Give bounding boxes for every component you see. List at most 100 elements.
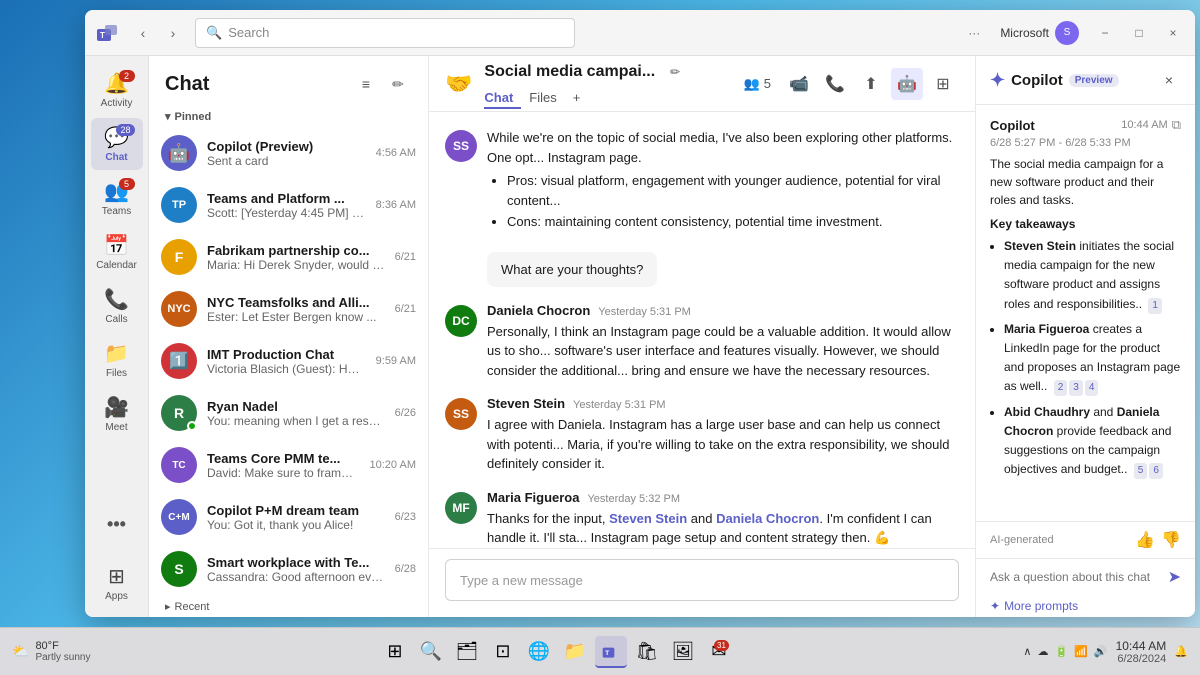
copilot-summary: The social media campaign for a new soft… [990, 155, 1181, 209]
more-prompts-label: More prompts [1004, 599, 1078, 613]
account-area[interactable]: Microsoft S [994, 19, 1085, 47]
more-prompts-button[interactable]: ✦ More prompts [976, 595, 1195, 617]
ref-num[interactable]: 6 [1149, 463, 1163, 479]
copilot-question-input[interactable] [990, 570, 1162, 584]
copilot-send-button[interactable]: ➤ [1168, 567, 1181, 587]
pinned-chevron-icon: ▾ [165, 110, 171, 123]
sidebar-item-apps[interactable]: ⊞ Apps [91, 557, 143, 609]
close-button[interactable]: × [1159, 19, 1187, 47]
message-time: Yesterday 5:31 PM [598, 306, 691, 318]
forward-button[interactable]: › [159, 19, 187, 47]
meet-icon: 🎥 [104, 395, 129, 420]
message-input[interactable]: Type a new message [445, 559, 959, 601]
chat-list-panel: Chat ≡ ✏ ▾ Pinned 🤖 Copilot (Preview) [149, 56, 429, 617]
copilot-button[interactable]: 🤖 [891, 68, 923, 100]
edit-name-button[interactable]: ✏ [661, 58, 689, 86]
store-icon[interactable]: 🛍 [631, 636, 663, 668]
sidebar-item-calendar[interactable]: 📅 Calendar [91, 226, 143, 278]
sidebar-item-teams[interactable]: 👥 Teams 5 [91, 172, 143, 224]
task-view-button[interactable]: 🗂 [451, 636, 483, 668]
copilot-sender: Copilot [990, 118, 1035, 133]
tab-chat[interactable]: Chat [484, 88, 521, 109]
list-item[interactable]: TC Teams Core PMM te... David: Make sure… [149, 439, 428, 491]
teams-taskbar-icon[interactable]: T [595, 636, 627, 668]
ref-num[interactable]: 2 [1054, 380, 1068, 396]
minimize-button[interactable]: − [1091, 19, 1119, 47]
speaker-icon[interactable]: 🔊 [1094, 645, 1108, 658]
list-item[interactable]: R Ryan Nadel You: meaning when I get a r… [149, 387, 428, 439]
taskbar-right: ∧ ☁ 🔋 📶 🔊 10:44 AM 6/28/2024 🔔 [1023, 639, 1188, 665]
add-tab-button[interactable]: + [565, 88, 589, 109]
sidebar-item-files[interactable]: 📁 Files [91, 334, 143, 386]
new-chat-button[interactable]: ✏ [384, 70, 412, 98]
message-sender: Daniela Chocron [487, 303, 590, 318]
list-item[interactable]: C+M Copilot P+M dream team You: Got it, … [149, 491, 428, 543]
thumbs-down-button[interactable]: 👎 [1161, 530, 1181, 550]
message-text: I agree with Daniela. Instagram has a la… [487, 415, 959, 474]
more-options-button[interactable]: ··· [960, 19, 988, 47]
weather-desc: Partly sunny [35, 652, 90, 663]
list-item[interactable]: 🤖 Copilot (Preview) Sent a card 4:56 AM [149, 127, 428, 179]
pinned-section-label[interactable]: ▾ Pinned [149, 106, 428, 127]
tab-files[interactable]: Files [521, 88, 564, 109]
audio-call-button[interactable]: 📞 [819, 68, 851, 100]
ref-num[interactable]: 3 [1069, 380, 1083, 396]
chat-name: Social media campai... [484, 63, 655, 81]
recent-chevron-icon: ▸ [165, 600, 171, 613]
copilot-body: Copilot 10:44 AM ⧉ 6/28 5:27 PM - 6/28 5… [976, 105, 1195, 521]
ref-num[interactable]: 5 [1134, 463, 1148, 479]
svg-text:T: T [100, 31, 105, 40]
message-quote: What are your thoughts? [487, 252, 959, 287]
copilot-panel: ✦ Copilot Preview × Copilot 10:44 AM ⧉ 6… [975, 56, 1195, 617]
start-button[interactable]: ⊞ [379, 636, 411, 668]
chat-info: Smart workplace with Te... Cassandra: Go… [207, 555, 385, 584]
message-sender: Maria Figueroa [487, 490, 579, 505]
sidebar-item-activity[interactable]: 🔔 Activity 2 [91, 64, 143, 116]
copy-button[interactable]: ⧉ [1172, 117, 1181, 133]
clock[interactable]: 10:44 AM 6/28/2024 [1116, 639, 1167, 665]
participants-count[interactable]: 👥 5 [736, 72, 779, 96]
list-item: Steven Stein initiates the social media … [1004, 237, 1181, 314]
chat-items-list: 🤖 Copilot (Preview) Sent a card 4:56 AM … [149, 127, 428, 592]
messages-area[interactable]: SS While we're on the topic of social me… [429, 112, 975, 548]
filter-button[interactable]: ≡ [352, 70, 380, 98]
chat-header-tabs: Chat Files + [484, 88, 723, 109]
edge-browser-icon[interactable]: 🌐 [523, 636, 555, 668]
copilot-header: ✦ Copilot Preview × [976, 56, 1195, 105]
calendar-icon: 📅 [104, 233, 129, 258]
notification-icon[interactable]: 🔔 [1174, 645, 1188, 658]
sidebar-item-meet[interactable]: 🎥 Meet [91, 388, 143, 440]
time-display: 10:44 AM [1116, 639, 1167, 653]
chevron-up-icon[interactable]: ∧ [1023, 645, 1031, 658]
onedrive-icon[interactable]: ☁ [1037, 645, 1048, 658]
battery-icon[interactable]: 🔋 [1054, 645, 1068, 658]
recent-section-label[interactable]: ▸ Recent [149, 592, 428, 617]
photos-icon[interactable]: 🖼 [667, 636, 699, 668]
taskbar: ⛅ 80°F Partly sunny ⊞ 🔍 🗂 ⊡ 🌐 📁 T 🛍 🖼 ✉ … [0, 627, 1200, 675]
widgets-button[interactable]: ⊡ [487, 636, 519, 668]
list-item[interactable]: F Fabrikam partnership co... Maria: Hi D… [149, 231, 428, 283]
taskbar-search-button[interactable]: 🔍 [415, 636, 447, 668]
sidebar-item-more[interactable]: ••• [91, 499, 143, 551]
search-bar[interactable]: 🔍 Search [195, 18, 575, 48]
ref-num[interactable]: 4 [1085, 380, 1099, 396]
list-item[interactable]: 1️⃣ IMT Production Chat Victoria Blasich… [149, 335, 428, 387]
list-item[interactable]: NYC NYC Teamsfolks and Alli... Ester: Le… [149, 283, 428, 335]
maximize-button[interactable]: □ [1125, 19, 1153, 47]
wifi-icon[interactable]: 📶 [1074, 645, 1088, 658]
list-item[interactable]: TP Teams and Platform ... Scott: [Yester… [149, 179, 428, 231]
copilot-close-button[interactable]: × [1157, 68, 1181, 92]
thumbs-up-button[interactable]: 👍 [1135, 530, 1155, 550]
share-button[interactable]: ⬆ [855, 68, 887, 100]
mail-icon[interactable]: ✉ 31 [703, 636, 735, 668]
mail-badge: 31 [714, 640, 729, 651]
back-button[interactable]: ‹ [129, 19, 157, 47]
sidebar-item-chat[interactable]: 💬 Chat 28 [91, 118, 143, 170]
sidebar-item-calls[interactable]: 📞 Calls [91, 280, 143, 332]
ref-num[interactable]: 1 [1148, 298, 1162, 314]
chat-info: Copilot (Preview) Sent a card [207, 139, 366, 168]
file-explorer-icon[interactable]: 📁 [559, 636, 591, 668]
list-item[interactable]: S Smart workplace with Te... Cassandra: … [149, 543, 428, 592]
apps-button[interactable]: ⊞ [927, 68, 959, 100]
video-call-button[interactable]: 📹 [783, 68, 815, 100]
